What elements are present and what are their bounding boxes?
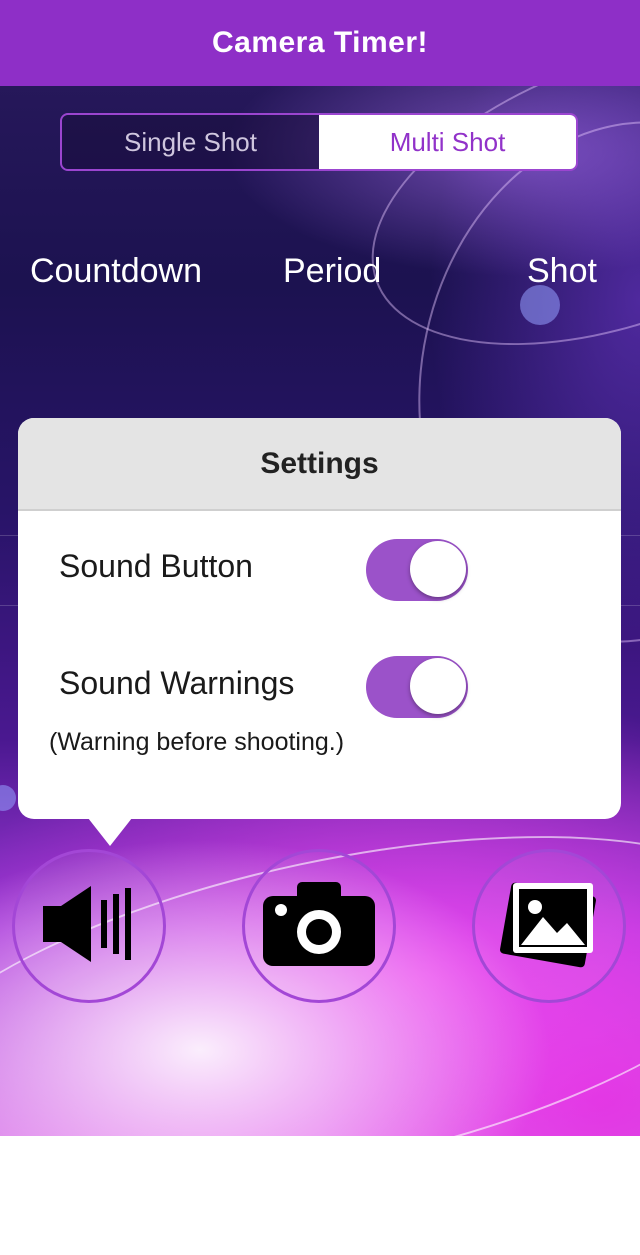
- sound-warnings-toggle[interactable]: [366, 656, 468, 718]
- speaker-icon: [39, 884, 139, 969]
- shot-mode-segmented-control: Single Shot Multi Shot: [60, 113, 578, 171]
- single-shot-segment[interactable]: Single Shot: [62, 115, 319, 169]
- popover-pointer: [88, 818, 132, 846]
- bokeh-dot: [520, 285, 560, 325]
- settings-header: Settings: [18, 418, 621, 511]
- sound-warnings-note: (Warning before shooting.): [49, 728, 345, 756]
- countdown-label: Countdown: [30, 252, 203, 290]
- settings-popover: Settings Sound Button Sound Warnings (Wa…: [18, 418, 621, 846]
- camera-icon: [261, 880, 377, 973]
- period-label: Period: [283, 252, 382, 290]
- camera-button[interactable]: [242, 849, 396, 1003]
- app-header: Camera Timer!: [0, 0, 640, 86]
- toggle-knob: [410, 658, 466, 714]
- sound-button[interactable]: [12, 849, 166, 1003]
- gallery-icon: [497, 877, 601, 976]
- shot-label: Shot: [527, 252, 597, 290]
- settings-title: Settings: [260, 446, 379, 480]
- sound-button-label: Sound Button: [59, 548, 253, 584]
- app-title: Camera Timer!: [211, 26, 429, 59]
- multi-shot-segment[interactable]: Multi Shot: [319, 115, 576, 169]
- sound-warnings-label: Sound Warnings: [59, 665, 295, 701]
- sound-button-toggle[interactable]: [366, 539, 468, 601]
- gallery-button[interactable]: [472, 849, 626, 1003]
- toggle-knob: [410, 541, 466, 597]
